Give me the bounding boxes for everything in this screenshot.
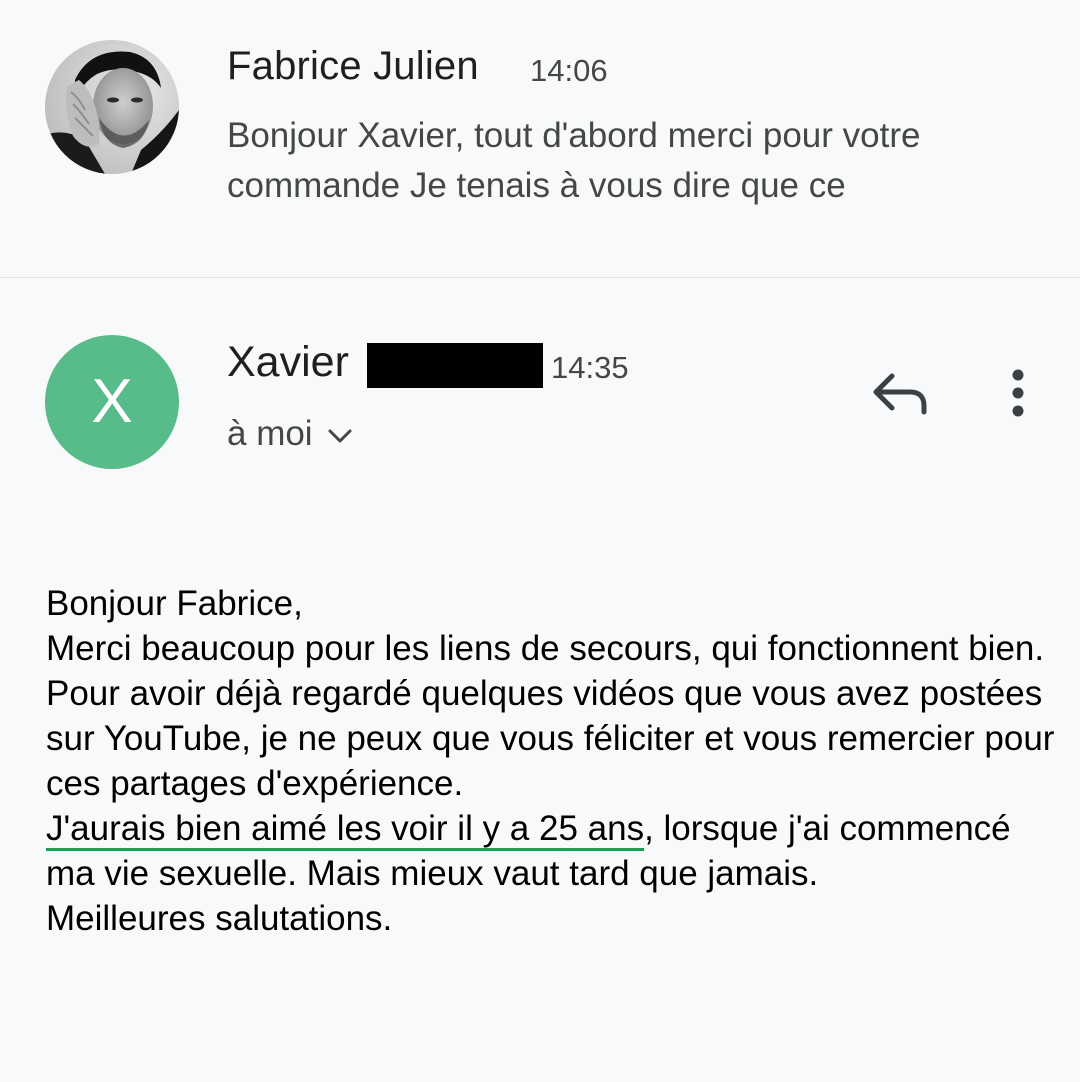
email-thread: Fabrice Julien 14:06 Bonjour Xavier, tou… bbox=[0, 0, 1080, 1082]
recipient-label: à moi bbox=[227, 414, 313, 453]
message-time: 14:35 bbox=[551, 350, 629, 385]
underlined-phrase: J'aurais bien aimé les voir il y a 25 an… bbox=[46, 809, 645, 848]
body-line: Merci beaucoup pour les liens de secours… bbox=[46, 629, 1045, 668]
redaction-box bbox=[367, 343, 543, 388]
body-line: Pour avoir déjà regardé quelques vidéos … bbox=[46, 674, 1055, 803]
body-line: Bonjour Fabrice, bbox=[46, 584, 303, 623]
message-divider bbox=[0, 277, 1080, 278]
sender-name: Fabrice Julien bbox=[227, 44, 479, 88]
reply-icon bbox=[873, 373, 927, 415]
message-body: Bonjour Fabrice, Merci beaucoup pour les… bbox=[46, 581, 1056, 941]
avatar[interactable] bbox=[45, 40, 179, 174]
more-vert-icon bbox=[1012, 369, 1024, 417]
message-snippet: Bonjour Xavier, tout d'abord merci pour … bbox=[227, 116, 921, 205]
more-options-button[interactable] bbox=[996, 364, 1040, 424]
sender-name[interactable]: Xavier bbox=[227, 338, 349, 387]
body-line: Meilleures salutations. bbox=[46, 899, 393, 938]
recipient-details-toggle[interactable]: à moi bbox=[227, 414, 353, 454]
avatar[interactable]: X bbox=[45, 335, 179, 469]
collapsed-message[interactable]: Fabrice Julien 14:06 Bonjour Xavier, tou… bbox=[0, 0, 1080, 278]
body-line: J'aurais bien aimé les voir il y a 25 an… bbox=[46, 806, 1056, 896]
chevron-down-icon bbox=[327, 414, 353, 454]
message-time: 14:06 bbox=[530, 53, 608, 88]
avatar-photo-icon bbox=[45, 40, 179, 174]
reply-button[interactable] bbox=[866, 362, 936, 424]
